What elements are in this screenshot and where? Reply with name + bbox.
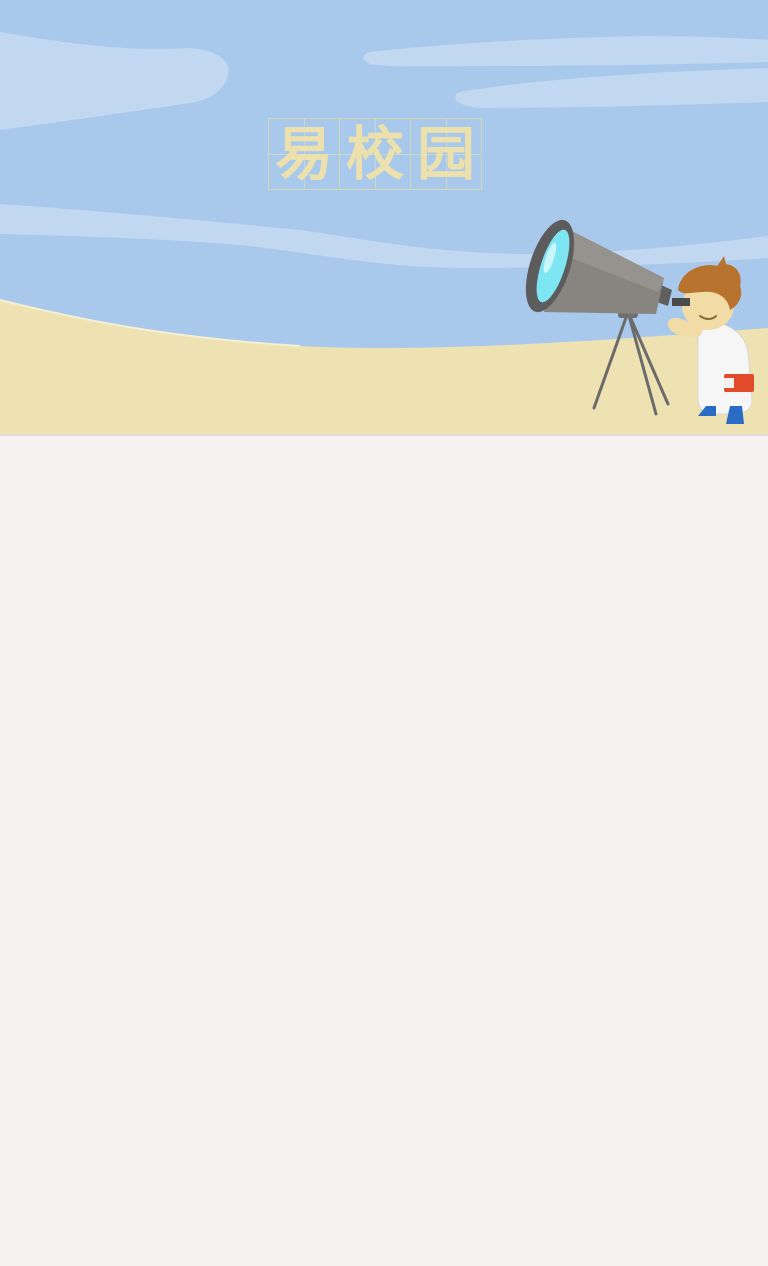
logo-char: 校 — [345, 120, 404, 188]
hero-illustration: 易 校 园 — [0, 0, 768, 436]
logo-cell: 校 — [339, 118, 411, 190]
app-logo: 易 校 园 — [268, 118, 484, 190]
splash-screen: 易 校 园 — [0, 0, 768, 1266]
logo-cell: 园 — [410, 118, 482, 190]
empty-content-area — [0, 436, 768, 1266]
logo-char: 园 — [416, 120, 475, 188]
sky-landscape-scene — [0, 0, 768, 436]
logo-char: 易 — [274, 120, 333, 188]
logo-cell: 易 — [268, 118, 340, 190]
